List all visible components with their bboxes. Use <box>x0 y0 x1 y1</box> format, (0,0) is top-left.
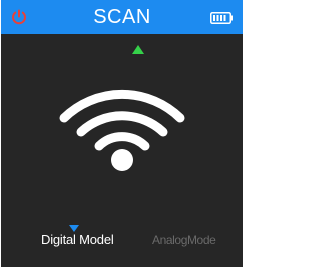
mode-selector: Digital Model AnalogMode <box>1 229 243 251</box>
battery-icon <box>210 12 233 24</box>
mode-option-digital[interactable]: Digital Model <box>41 229 114 251</box>
screen: SCAN Digital Model AnalogMode <box>0 0 244 267</box>
mode-selection-indicator-icon <box>69 219 79 232</box>
mode-option-analog[interactable]: AnalogMode <box>152 229 216 251</box>
title-bar: SCAN <box>1 0 243 34</box>
battery-indicator <box>210 11 234 24</box>
device-display: SCAN Digital Model AnalogMode <box>1 0 243 267</box>
wifi-signal-icon <box>57 74 187 174</box>
page-title: SCAN <box>93 6 151 28</box>
scan-indicator-icon <box>132 41 144 54</box>
